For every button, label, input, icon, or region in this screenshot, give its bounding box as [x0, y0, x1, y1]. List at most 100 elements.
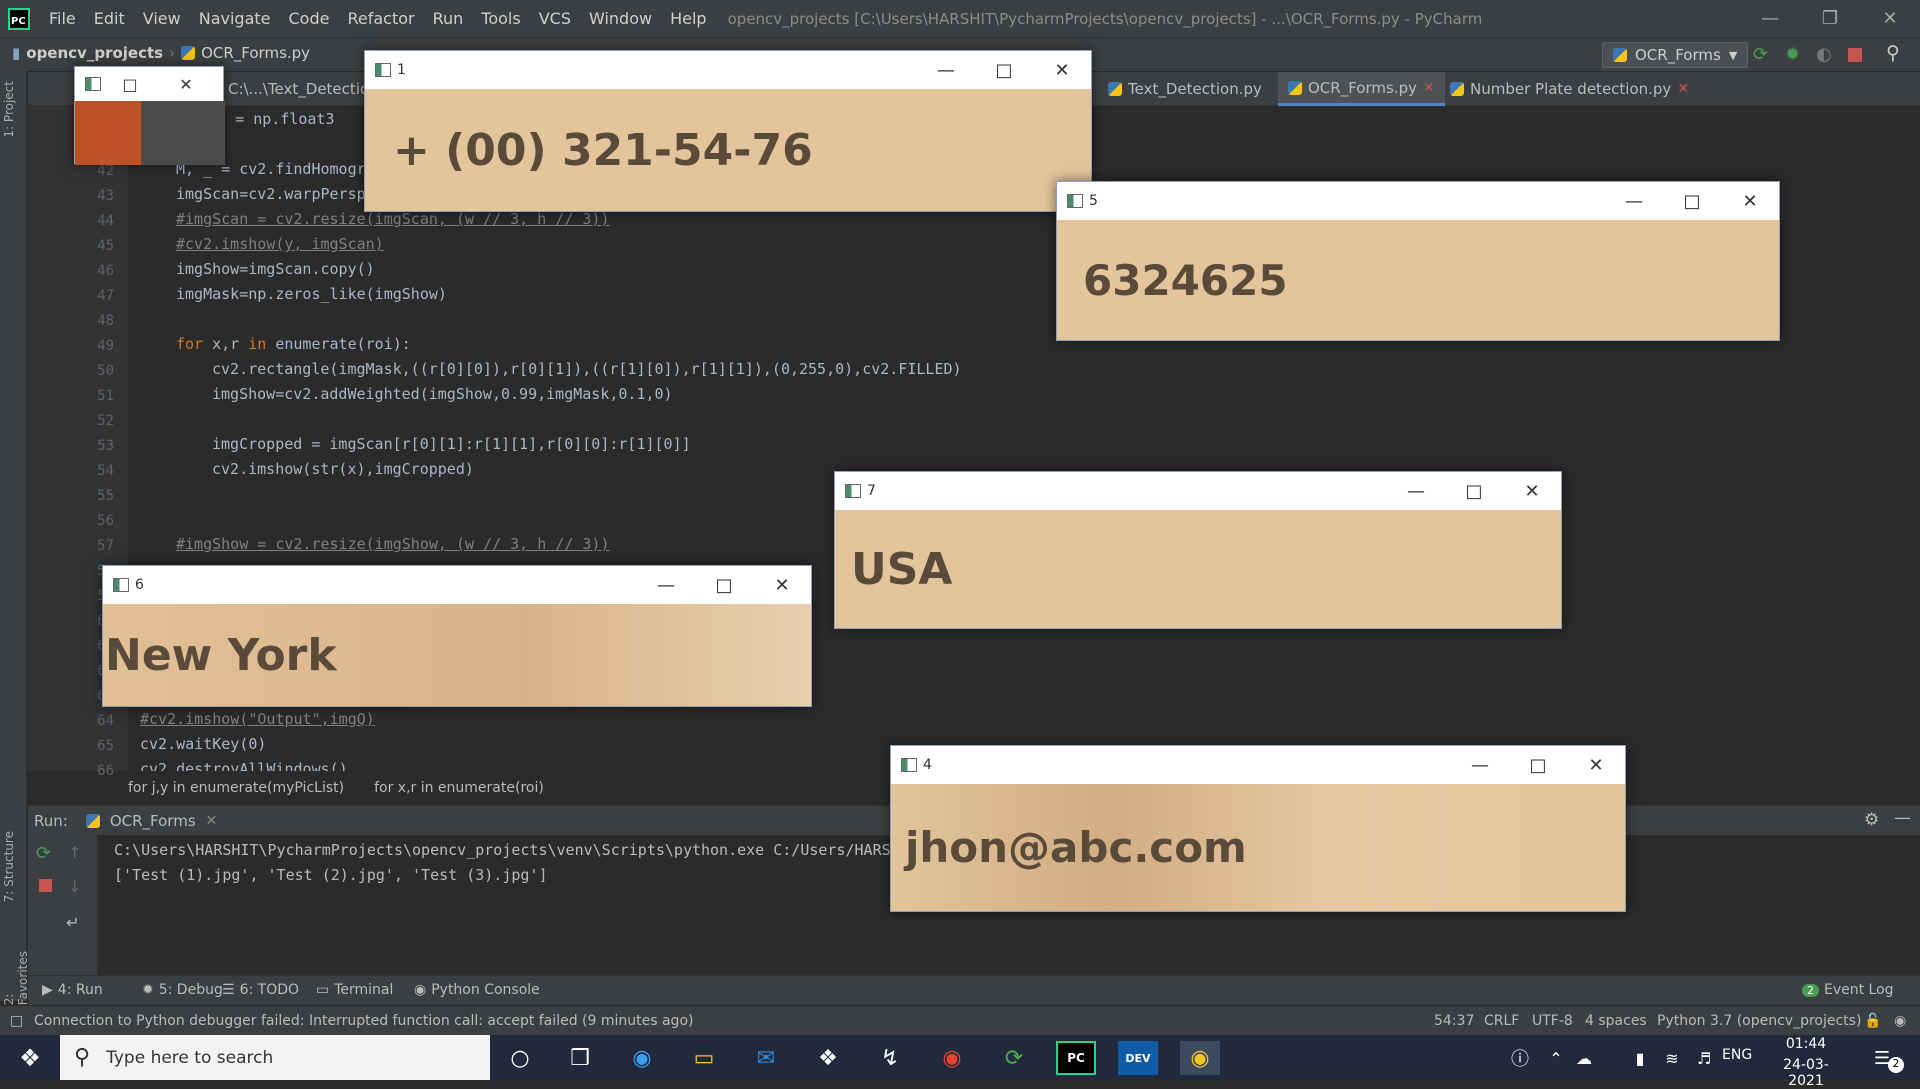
bolt-app-icon[interactable]: ↯ [870, 1041, 910, 1075]
gear-icon[interactable]: ⚙ [1864, 810, 1879, 830]
close-tab-icon[interactable]: ✕ [206, 813, 218, 829]
menu-navigate[interactable]: Navigate [190, 9, 280, 28]
run-tool-button[interactable]: ▶ 4: Run [42, 982, 103, 998]
breadcrumb-project[interactable]: opencv_projects [26, 44, 163, 62]
close-icon[interactable]: ✕ [1033, 51, 1091, 89]
devcpp-icon[interactable]: DEV [1118, 1041, 1158, 1075]
maximize-icon[interactable]: □ [975, 51, 1033, 89]
language-indicator[interactable]: ENG [1722, 1047, 1752, 1063]
arrow-down-icon[interactable]: ↓ [68, 877, 81, 896]
menu-help[interactable]: Help [661, 9, 715, 28]
code-line: imgScan=cv2.warpPersp [176, 185, 366, 203]
clock-date[interactable]: 24-03-2021 [1766, 1057, 1846, 1089]
clock-time[interactable]: 01:44 [1768, 1036, 1844, 1052]
interpreter[interactable]: Python 3.7 (opencv_projects) [1657, 1013, 1861, 1029]
tab-text-detection-path[interactable]: C:\...\Text_Detection [198, 72, 389, 106]
run-tab[interactable]: OCR_Forms [110, 812, 196, 830]
tab-number-plate[interactable]: Number Plate detection.py ✕ [1440, 72, 1699, 106]
terminal-tool-button[interactable]: ▭ Terminal [316, 982, 393, 998]
hide-panel-icon[interactable]: — [1894, 808, 1911, 828]
minimize-icon[interactable]: — [917, 51, 975, 89]
maximize-icon[interactable]: □ [111, 67, 149, 101]
edge-icon[interactable]: ◉ [622, 1041, 662, 1075]
cv-window-6[interactable]: 6 — □ ✕ New York [102, 565, 812, 707]
minimize-icon[interactable]: — [1740, 0, 1800, 37]
close-icon[interactable]: ✕ [1567, 746, 1625, 784]
close-icon[interactable]: ✕ [1503, 472, 1561, 510]
tab-text-detection[interactable]: Text_Detection.py [1098, 72, 1272, 106]
maximize-icon[interactable]: □ [1509, 746, 1567, 784]
close-icon[interactable]: ✕ [167, 67, 205, 101]
menu-vcs[interactable]: VCS [530, 9, 580, 28]
menu-refactor[interactable]: Refactor [338, 9, 423, 28]
maximize-icon[interactable]: □ [1445, 472, 1503, 510]
event-log-button[interactable]: 2 Event Log [1802, 982, 1894, 998]
refresh-app-icon[interactable]: ⟳ [994, 1041, 1034, 1075]
python-console-button[interactable]: ◉ Python Console [414, 982, 540, 998]
taskbar-search[interactable]: ⚲ Type here to search [60, 1035, 490, 1080]
tab-ocr-forms[interactable]: OCR_Forms.py ✕ [1278, 72, 1445, 106]
indent-setting[interactable]: 4 spaces [1585, 1013, 1647, 1029]
task-view-icon[interactable]: ❒ [560, 1041, 600, 1075]
debug-tool-button[interactable]: ✹ 5: Debug [142, 982, 223, 998]
file-explorer-icon[interactable]: ▭ [684, 1041, 724, 1075]
search-icon[interactable]: ⚲ [1886, 42, 1900, 64]
cv-window-small[interactable]: □ ✕ [74, 66, 225, 165]
pycharm-taskbar-icon[interactable]: PC [1056, 1041, 1096, 1075]
menu-edit[interactable]: Edit [85, 9, 134, 28]
cloud-icon[interactable]: ☁ [1564, 1041, 1604, 1075]
coverage-icon[interactable]: ◐ [1816, 44, 1832, 65]
minimize-icon[interactable]: — [1451, 746, 1509, 784]
favorites-tool-tab[interactable]: 2: Favorites [2, 951, 30, 1005]
status-message[interactable]: Connection to Python debugger failed: In… [34, 1013, 693, 1029]
soft-wrap-icon[interactable]: ↵ [66, 913, 79, 932]
menu-code[interactable]: Code [280, 9, 339, 28]
rerun-icon[interactable]: ⟳ [36, 843, 51, 864]
close-icon[interactable]: ✕ [1721, 182, 1779, 220]
structure-tool-tab[interactable]: 7: Structure [2, 831, 16, 902]
volume-icon[interactable]: ♬ [1684, 1041, 1724, 1075]
project-tool-tab[interactable]: 1: Project [2, 81, 16, 138]
cv-window-1[interactable]: 1 — □ ✕ + (00) 321-54-76 [364, 50, 1092, 212]
lock-icon[interactable]: 🔓 [1864, 1013, 1881, 1029]
stop-icon[interactable] [1848, 48, 1862, 62]
close-tab-icon[interactable]: ✕ [1423, 80, 1435, 96]
cv-window-7[interactable]: 7 — □ ✕ USA [834, 471, 1562, 629]
close-tab-icon[interactable]: ✕ [1677, 81, 1689, 97]
chrome-icon[interactable]: ◉ [932, 1041, 972, 1075]
cv-window-4[interactable]: 4 — □ ✕ jhon@abc.com [890, 745, 1626, 912]
line-separator[interactable]: CRLF [1484, 1013, 1519, 1029]
debug-icon[interactable]: ✹ [1785, 44, 1800, 65]
breadcrumb-item[interactable]: for x,r in enumerate(roi) [374, 780, 544, 796]
run-config-selector[interactable]: OCR_Forms ▼ [1602, 42, 1749, 68]
todo-tool-button[interactable]: ☰ 6: TODO [222, 982, 299, 998]
close-icon[interactable]: ✕ [1860, 0, 1920, 37]
menu-tools[interactable]: Tools [472, 9, 529, 28]
maximize-icon[interactable]: □ [695, 566, 753, 604]
menu-view[interactable]: View [134, 9, 190, 28]
cursor-position[interactable]: 54:37 [1434, 1013, 1474, 1029]
minimize-icon[interactable]: — [1387, 472, 1445, 510]
restore-icon[interactable]: ❐ [1800, 0, 1860, 37]
breadcrumb-item[interactable]: for j,y in enumerate(myPicList) [128, 780, 344, 796]
minimize-icon[interactable]: — [637, 566, 695, 604]
stop-icon[interactable] [39, 879, 52, 892]
python-taskbar-icon[interactable]: ◉ [1180, 1041, 1220, 1075]
close-icon[interactable]: ✕ [753, 566, 811, 604]
maximize-icon[interactable]: □ [1663, 182, 1721, 220]
dropbox-icon[interactable]: ❖ [808, 1041, 848, 1075]
arrow-up-icon[interactable]: ↑ [68, 843, 81, 862]
breadcrumb-file[interactable]: OCR_Forms.py [201, 44, 310, 62]
minimize-icon[interactable]: — [1605, 182, 1663, 220]
help-icon[interactable]: ⓘ [1500, 1041, 1540, 1075]
file-encoding[interactable]: UTF-8 [1532, 1013, 1573, 1029]
cortana-icon[interactable]: ○ [500, 1041, 540, 1075]
windows-start-icon[interactable]: ❖ [10, 1041, 50, 1075]
cv-window-5[interactable]: 5 — □ ✕ 6324625 [1056, 181, 1780, 341]
menu-file[interactable]: File [40, 9, 85, 28]
menu-window[interactable]: Window [580, 9, 661, 28]
rerun-icon[interactable]: ⟳ [1753, 44, 1768, 65]
mail-icon[interactable]: ✉ [746, 1041, 786, 1075]
inspector-icon[interactable]: ◉ [1894, 1013, 1906, 1029]
menu-run[interactable]: Run [424, 9, 473, 28]
